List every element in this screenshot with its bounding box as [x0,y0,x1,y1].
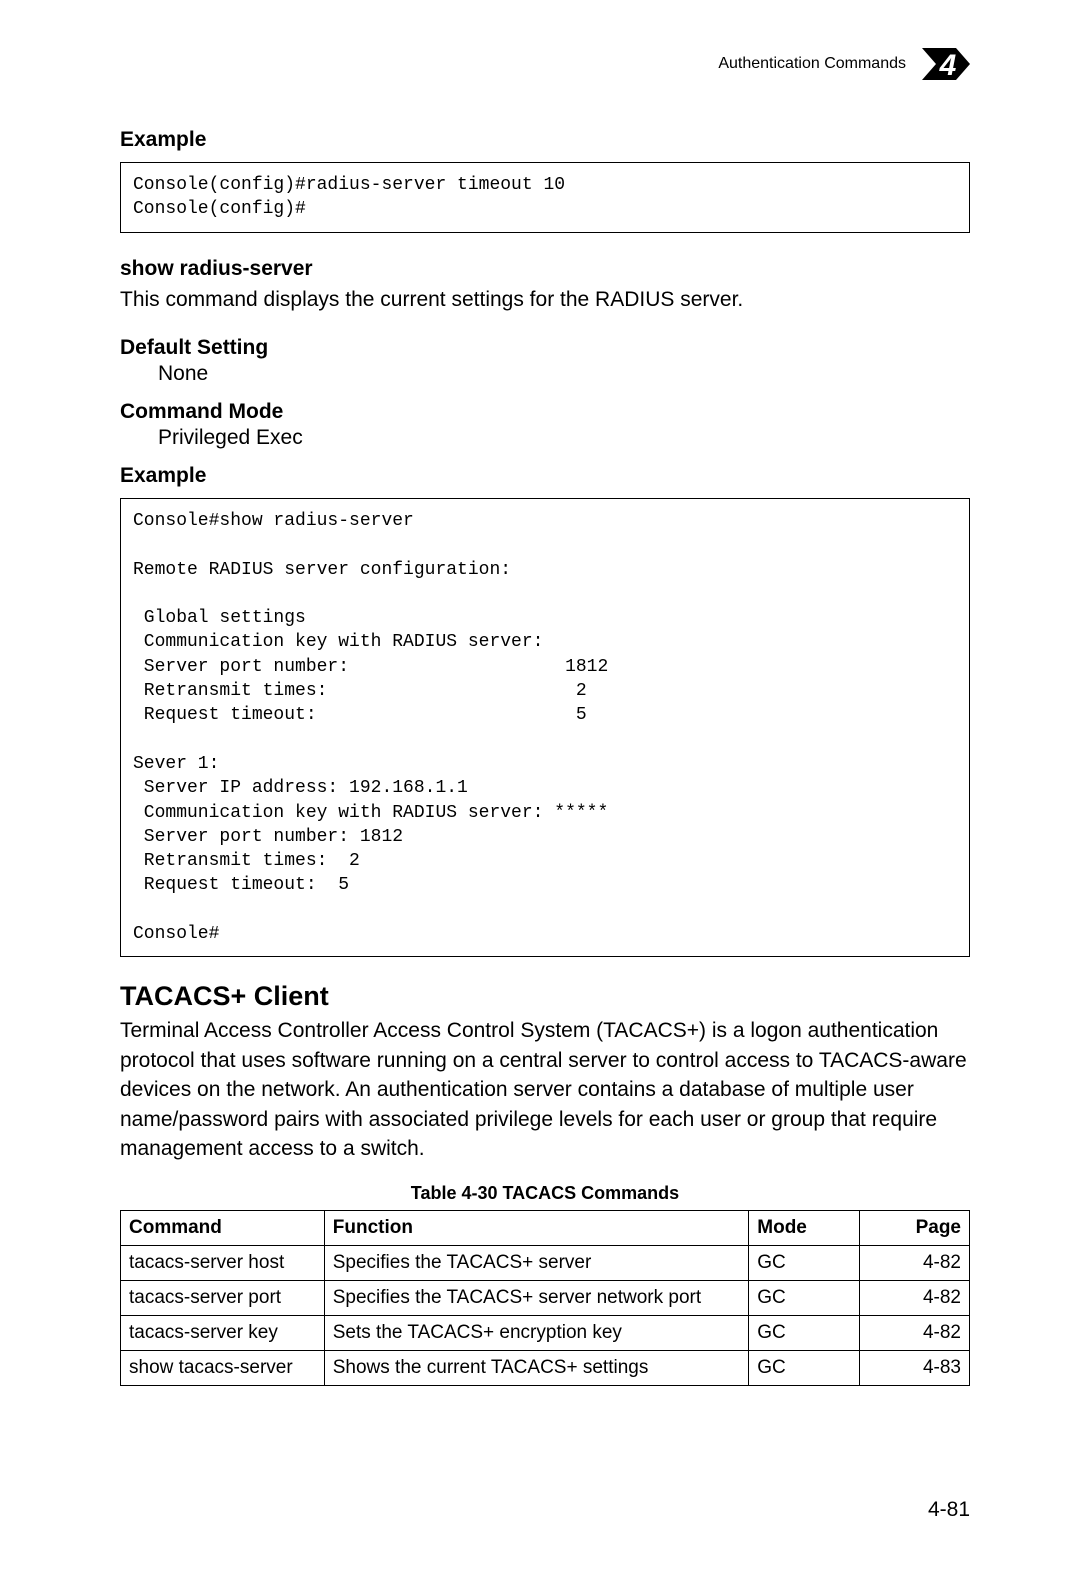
example-heading-2: Example [120,464,970,488]
command-description: This command displays the current settin… [120,285,970,314]
chapter-number-icon: 4 [922,40,970,88]
tacacs-commands-table: Command Function Mode Page tacacs-server… [120,1210,970,1386]
page-header: Authentication Commands 4 [120,40,970,88]
tacacs-client-paragraph: Terminal Access Controller Access Contro… [120,1016,970,1163]
cell-function: Specifies the TACACS+ server [324,1246,749,1281]
cell-page: 4-83 [859,1351,969,1386]
cell-function: Shows the current TACACS+ settings [324,1351,749,1386]
table-header-row: Command Function Mode Page [121,1211,970,1246]
code-example-2: Console#show radius-server Remote RADIUS… [120,498,970,957]
code-example-1: Console(config)#radius-server timeout 10… [120,162,970,233]
example-heading-1: Example [120,128,970,152]
table-row: tacacs-server port Specifies the TACACS+… [121,1281,970,1316]
page-content: Authentication Commands 4 Example Consol… [0,0,1080,1386]
table-header-command: Command [121,1211,325,1246]
table-caption: Table 4-30 TACACS Commands [120,1183,970,1204]
default-setting-value: None [158,362,970,386]
command-mode-heading: Command Mode [120,400,970,424]
table-row: tacacs-server host Specifies the TACACS+… [121,1246,970,1281]
cell-mode: GC [749,1316,859,1351]
cell-command: tacacs-server key [121,1316,325,1351]
cell-page: 4-82 [859,1246,969,1281]
table-header-mode: Mode [749,1211,859,1246]
table-row: show tacacs-server Shows the current TAC… [121,1351,970,1386]
command-mode-value: Privileged Exec [158,426,970,450]
tacacs-client-heading: TACACS+ Client [120,981,970,1012]
page-number: 4-81 [928,1498,970,1522]
table-header-page: Page [859,1211,969,1246]
cell-mode: GC [749,1351,859,1386]
cell-command: tacacs-server port [121,1281,325,1316]
cell-page: 4-82 [859,1281,969,1316]
header-title: Authentication Commands [718,55,906,73]
svg-text:4: 4 [939,49,957,82]
cell-page: 4-82 [859,1316,969,1351]
table-row: tacacs-server key Sets the TACACS+ encry… [121,1316,970,1351]
table-header-function: Function [324,1211,749,1246]
cell-command: show tacacs-server [121,1351,325,1386]
cell-function: Specifies the TACACS+ server network por… [324,1281,749,1316]
cell-mode: GC [749,1281,859,1316]
command-heading: show radius-server [120,257,970,281]
cell-function: Sets the TACACS+ encryption key [324,1316,749,1351]
cell-command: tacacs-server host [121,1246,325,1281]
default-setting-heading: Default Setting [120,336,970,360]
cell-mode: GC [749,1246,859,1281]
